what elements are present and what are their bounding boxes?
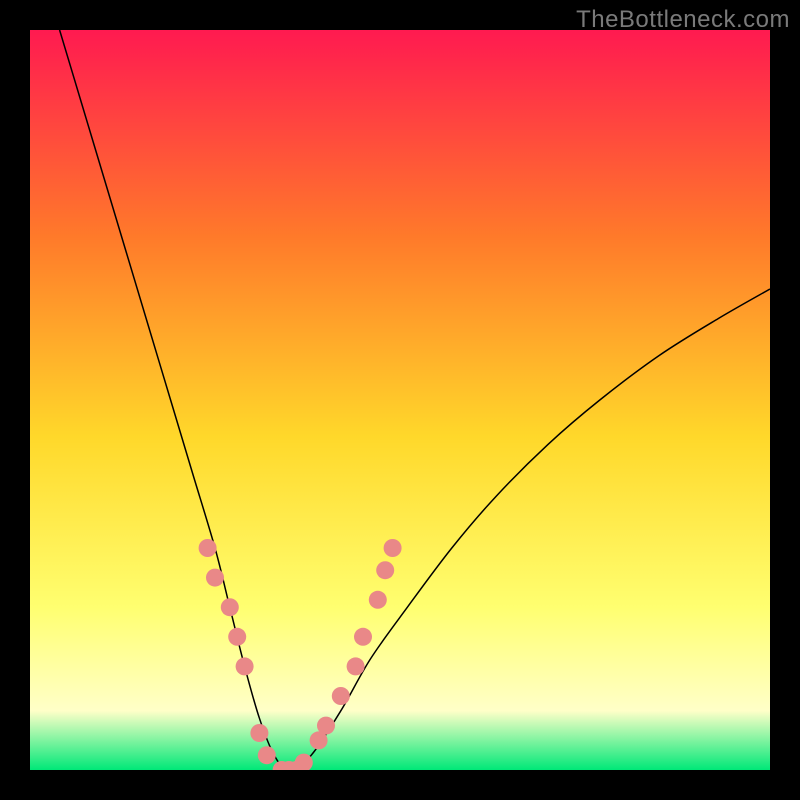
gradient-background xyxy=(30,30,770,770)
highlight-dot xyxy=(317,717,335,735)
highlight-dot xyxy=(221,598,239,616)
watermark-text: TheBottleneck.com xyxy=(576,6,790,34)
highlight-dot xyxy=(228,628,246,646)
chart-svg xyxy=(30,30,770,770)
plot-area xyxy=(30,30,770,770)
chart-container: TheBottleneck.com xyxy=(0,0,800,800)
highlight-dot xyxy=(250,724,268,742)
highlight-dot xyxy=(258,746,276,764)
highlight-dot xyxy=(369,591,387,609)
highlight-dot xyxy=(347,657,365,675)
highlight-dot xyxy=(354,628,372,646)
highlight-dot xyxy=(199,539,217,557)
highlight-dot xyxy=(384,539,402,557)
highlight-dot xyxy=(236,657,254,675)
highlight-dot xyxy=(332,687,350,705)
highlight-dot xyxy=(206,569,224,587)
highlight-dot xyxy=(376,561,394,579)
